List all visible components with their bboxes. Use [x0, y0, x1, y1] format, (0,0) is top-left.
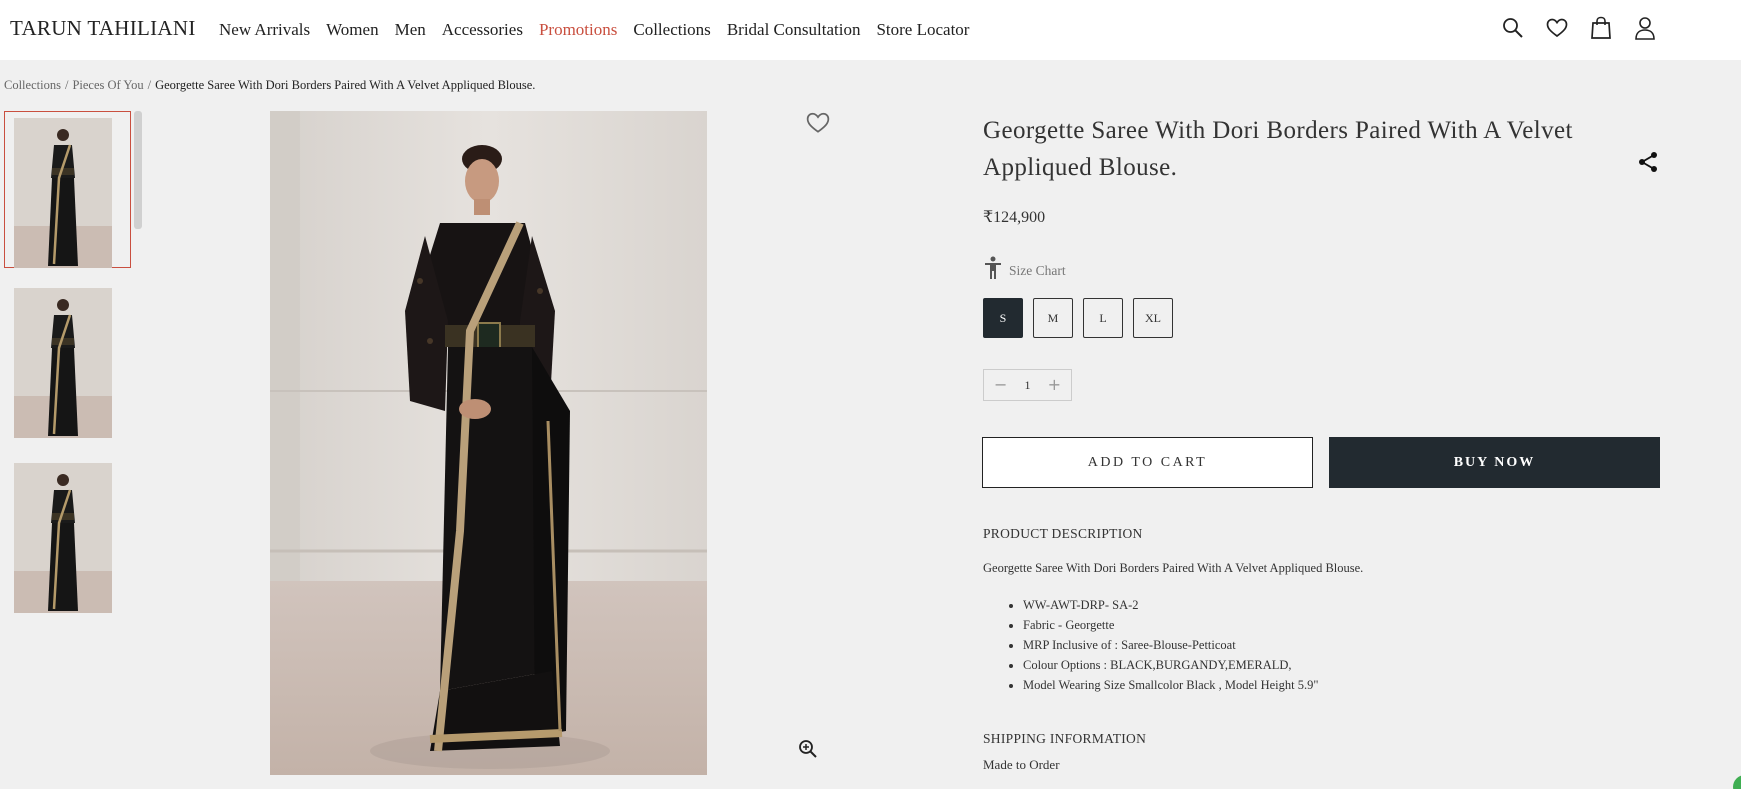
product-description-heading: PRODUCT DESCRIPTION: [983, 526, 1143, 541]
quantity-decrease-button[interactable]: −: [994, 377, 1007, 393]
thumbnail-1[interactable]: [14, 118, 112, 268]
zoom-in-icon[interactable]: [798, 739, 818, 764]
list-item: Fabric - Georgette: [1023, 615, 1318, 635]
list-item: MRP Inclusive of : Saree-Blouse-Petticoa…: [1023, 635, 1318, 655]
breadcrumb-separator: /: [147, 78, 152, 92]
product-description-text: Georgette Saree With Dori Borders Paired…: [983, 561, 1364, 575]
size-option-m[interactable]: M: [1033, 298, 1073, 338]
thumbnail-3[interactable]: [14, 463, 112, 613]
nav-item-store-locator[interactable]: Store Locator: [876, 20, 969, 40]
nav-item-promotions[interactable]: Promotions: [539, 20, 617, 40]
nav-item-accessories[interactable]: Accessories: [442, 20, 523, 40]
thumbnail-2[interactable]: [14, 288, 112, 438]
size-option-s[interactable]: S: [983, 298, 1023, 338]
product-title: Georgette Saree With Dori Borders Paired…: [983, 117, 1573, 181]
quantity-value[interactable]: 1: [1025, 378, 1031, 393]
list-item: WW-AWT-DRP- SA-2: [1023, 595, 1318, 615]
chat-widget-button[interactable]: [1733, 775, 1741, 789]
thumbnail-scrollbar[interactable]: [134, 111, 142, 229]
breadcrumb-pieces-of-you[interactable]: Pieces Of You: [72, 78, 143, 92]
nav-item-women[interactable]: Women: [326, 20, 378, 40]
search-icon[interactable]: [1502, 16, 1524, 40]
nav-item-bridal-consultation[interactable]: Bridal Consultation: [727, 20, 861, 40]
shipping-information-heading: SHIPPING INFORMATION: [983, 731, 1147, 746]
wishlist-heart-icon[interactable]: [806, 112, 830, 139]
nav-item-collections[interactable]: Collections: [633, 20, 710, 40]
size-option-l[interactable]: L: [1083, 298, 1123, 338]
quantity-increase-button[interactable]: +: [1048, 377, 1061, 393]
list-item: Model Wearing Size Smallcolor Black , Mo…: [1023, 675, 1318, 695]
size-option-xl[interactable]: XL: [1133, 298, 1173, 338]
quantity-stepper: − 1 +: [983, 369, 1072, 401]
breadcrumb-separator: /: [64, 78, 69, 92]
product-main-image[interactable]: [270, 111, 707, 775]
size-chart-label: Size Chart: [1009, 262, 1066, 278]
list-item: Colour Options : BLACK,BURGANDY,EMERALD,: [1023, 655, 1318, 675]
size-chart-icon: [983, 256, 1003, 285]
brand-logo[interactable]: TARUN TAHILIANI: [10, 16, 196, 41]
site-header: TARUN TAHILIANI New Arrivals Women Men A…: [0, 0, 1741, 60]
heart-icon[interactable]: [1546, 16, 1568, 40]
add-to-cart-button[interactable]: ADD TO CART: [982, 437, 1313, 488]
breadcrumb-collections[interactable]: Collections: [4, 78, 61, 92]
product-price: ₹124,900: [983, 209, 1046, 226]
breadcrumb-current: Georgette Saree With Dori Borders Paired…: [155, 78, 536, 92]
product-description-list: WW-AWT-DRP- SA-2 Fabric - Georgette MRP …: [1003, 595, 1318, 695]
shopping-bag-icon[interactable]: [1590, 16, 1612, 40]
header-icons: [1502, 16, 1656, 40]
size-selector: S M L XL: [983, 298, 1173, 338]
nav-item-men[interactable]: Men: [395, 20, 426, 40]
size-chart-link[interactable]: Size Chart: [983, 256, 1066, 285]
buy-now-button[interactable]: BUY NOW: [1329, 437, 1660, 488]
main-nav: New Arrivals Women Men Accessories Promo…: [219, 20, 985, 40]
nav-item-new-arrivals[interactable]: New Arrivals: [219, 20, 310, 40]
breadcrumb: Collections / Pieces Of You / Georgette Sare…: [4, 78, 535, 93]
share-icon[interactable]: [1637, 151, 1659, 178]
shipping-information-text: Made to Order: [983, 757, 1060, 772]
user-icon[interactable]: [1634, 16, 1656, 40]
